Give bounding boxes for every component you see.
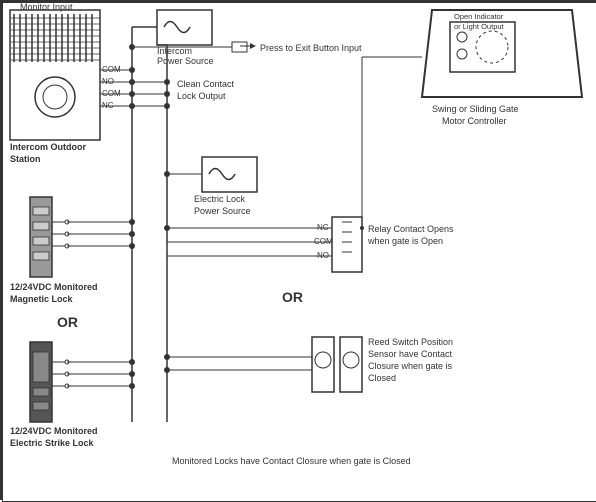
svg-text:Reed Switch Position: Reed Switch Position <box>368 337 453 347</box>
svg-text:Press to Exit Button Input: Press to Exit Button Input <box>260 43 362 53</box>
svg-text:12/24VDC Monitored: 12/24VDC Monitored <box>10 282 98 292</box>
svg-text:Monitor Input: Monitor Input <box>20 2 73 12</box>
svg-text:or Light Output: or Light Output <box>454 22 505 31</box>
svg-text:12/24VDC Monitored: 12/24VDC Monitored <box>10 426 98 436</box>
svg-text:Electric Strike Lock: Electric Strike Lock <box>10 438 95 448</box>
svg-text:Relay Contact Opens: Relay Contact Opens <box>368 224 454 234</box>
svg-text:Motor Controller: Motor Controller <box>442 116 507 126</box>
svg-text:when gate is Open: when gate is Open <box>367 236 443 246</box>
svg-text:Sensor have Contact: Sensor have Contact <box>368 349 453 359</box>
svg-text:Open Indicator: Open Indicator <box>454 12 504 21</box>
svg-text:Electric Lock: Electric Lock <box>194 194 246 204</box>
svg-text:Closed: Closed <box>368 373 396 383</box>
svg-text:Clean Contact: Clean Contact <box>177 79 235 89</box>
svg-text:Power Source: Power Source <box>157 56 214 66</box>
svg-text:Monitored Locks have Contact C: Monitored Locks have Contact Closure whe… <box>172 456 411 466</box>
svg-text:Lock Output: Lock Output <box>177 91 226 101</box>
svg-text:Intercom Outdoor: Intercom Outdoor <box>10 142 86 152</box>
svg-text:Station: Station <box>10 154 41 164</box>
svg-text:Power Source: Power Source <box>194 206 251 216</box>
svg-text:Closure when gate is: Closure when gate is <box>368 361 453 371</box>
wiring-diagram: Monitor Input COM NO COM NC Intercom Out… <box>0 0 596 500</box>
svg-text:OR: OR <box>57 314 78 330</box>
svg-text:Swing or Sliding Gate: Swing or Sliding Gate <box>432 104 519 114</box>
svg-text:Magnetic Lock: Magnetic Lock <box>10 294 74 304</box>
svg-text:OR: OR <box>282 289 303 305</box>
